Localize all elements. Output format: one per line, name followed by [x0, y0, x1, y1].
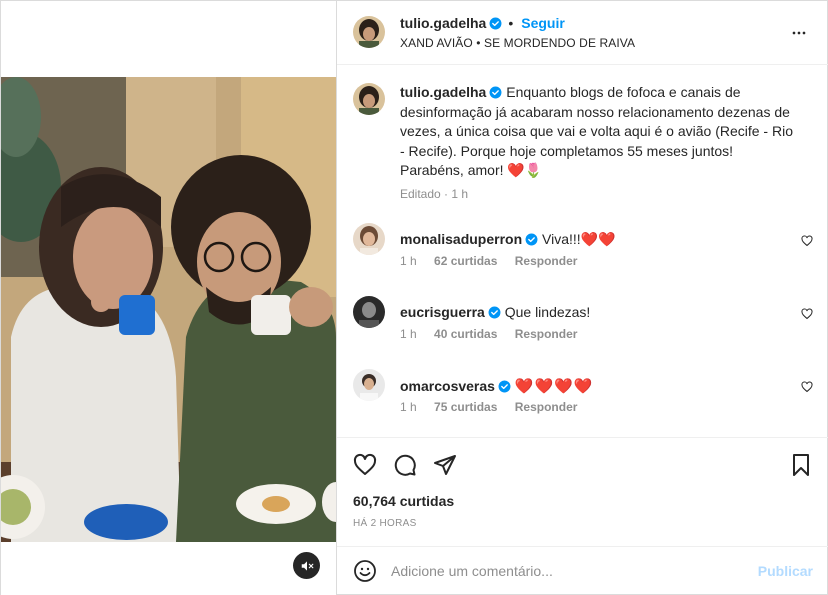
add-comment-bar: Publicar	[337, 546, 828, 595]
comment-time[interactable]: 1 h	[400, 327, 417, 341]
post-timestamp[interactable]: HÁ 2 HORAS	[353, 518, 417, 529]
verified-badge-icon	[489, 86, 502, 99]
commenter-username[interactable]: omarcosveras	[400, 378, 495, 394]
like-heart-icon[interactable]	[353, 453, 377, 477]
likes-count[interactable]: 60,764 curtidas	[353, 493, 454, 509]
comment-body: omarcosveras ❤️❤️❤️❤️	[400, 377, 594, 395]
comment-meta: 1 h 62 curtidas Responder	[400, 254, 591, 268]
comment-row: eucrisguerra Que lindezas! 1 h 40 curtid…	[337, 296, 828, 368]
comment-bubble-icon[interactable]	[393, 453, 417, 477]
reply-button[interactable]: Responder	[515, 400, 578, 414]
comment-text: ❤️❤️❤️❤️	[514, 378, 594, 395]
reply-button[interactable]: Responder	[515, 327, 578, 341]
post-photo-illustration	[1, 77, 336, 542]
comment-likes[interactable]: 75 curtidas	[434, 400, 497, 414]
post-header: tulio.gadelha • Seguir XAND AVIÃO • SE MOR…	[337, 1, 828, 65]
commenter-avatar[interactable]	[353, 223, 385, 255]
follow-button[interactable]: Seguir	[521, 15, 565, 31]
more-options-icon[interactable]	[789, 23, 809, 43]
author-avatar-image	[353, 16, 385, 48]
comment-meta: 1 h 40 curtidas Responder	[400, 327, 591, 341]
author-username[interactable]: tulio.gadelha	[400, 15, 486, 31]
comment-body: monalisaduperron Viva!!!❤️❤️	[400, 231, 616, 248]
comment-likes[interactable]: 62 curtidas	[434, 254, 497, 268]
verified-badge-icon	[498, 380, 511, 393]
like-comment-heart-icon[interactable]	[801, 235, 813, 247]
comment-text: Que lindezas!	[504, 304, 591, 320]
comment-meta: 1 h 75 curtidas Responder	[400, 400, 591, 414]
audio-muted-icon	[301, 560, 313, 571]
comment-row: monalisaduperron Viva!!!❤️❤️ 1 h 62 curt…	[337, 223, 828, 295]
caption-author-avatar-image	[353, 83, 385, 115]
comment-likes[interactable]: 40 curtidas	[434, 327, 497, 341]
post-caption: tulio.gadelha Enquanto blogs de fofoca e…	[400, 83, 795, 181]
post-info-panel: tulio.gadelha • Seguir XAND AVIÃO • SE MOR…	[337, 1, 828, 595]
commenter-avatar-image	[353, 369, 385, 401]
emoji-icon[interactable]	[353, 559, 377, 583]
comment-time[interactable]: 1 h	[400, 400, 417, 414]
mute-button[interactable]	[293, 552, 320, 579]
comments-list[interactable]: tulio.gadelha Enquanto blogs de fofoca e…	[337, 65, 828, 437]
verified-badge-icon	[488, 306, 501, 319]
share-paper-plane-icon[interactable]	[433, 453, 457, 477]
caption-author-avatar[interactable]	[353, 83, 385, 115]
comment-time[interactable]: 1 h	[400, 254, 417, 268]
audio-track-link[interactable]: XAND AVIÃO • SE MORDENDO DE RAIVA	[400, 36, 635, 50]
post-modal: tulio.gadelha • Seguir XAND AVIÃO • SE MOR…	[0, 0, 828, 595]
caption-meta: Editado · 1 h	[400, 187, 469, 201]
like-comment-heart-icon[interactable]	[801, 308, 813, 320]
commenter-avatar-image	[353, 296, 385, 328]
comment-text: Viva!!!❤️❤️	[542, 231, 616, 247]
reply-button[interactable]: Responder	[515, 254, 578, 268]
like-comment-heart-icon[interactable]	[801, 381, 813, 393]
edited-label: Editado	[400, 187, 441, 201]
post-photo[interactable]	[1, 77, 336, 542]
commenter-username[interactable]: monalisaduperron	[400, 231, 522, 247]
comment-input[interactable]	[391, 560, 741, 582]
verified-badge-icon	[525, 233, 538, 246]
caption-author-username[interactable]: tulio.gadelha	[400, 84, 486, 100]
publish-button[interactable]: Publicar	[758, 563, 813, 579]
commenter-username[interactable]: eucrisguerra	[400, 304, 485, 320]
commenter-avatar[interactable]	[353, 296, 385, 328]
post-actions: 60,764 curtidas HÁ 2 HORAS	[337, 437, 828, 551]
author-avatar[interactable]	[353, 16, 385, 48]
comment-body: eucrisguerra Que lindezas!	[400, 304, 590, 320]
caption-time[interactable]: 1 h	[451, 187, 468, 201]
verified-badge-icon	[489, 17, 502, 30]
save-bookmark-icon[interactable]	[789, 453, 813, 477]
media-pane	[1, 1, 336, 595]
comment-row: omarcosveras ❤️❤️❤️❤️ 1 h 75 curtidas Re…	[337, 369, 828, 441]
separator-dot: •	[508, 15, 514, 31]
commenter-avatar[interactable]	[353, 369, 385, 401]
header-title: tulio.gadelha • Seguir	[400, 15, 565, 31]
commenter-avatar-image	[353, 223, 385, 255]
